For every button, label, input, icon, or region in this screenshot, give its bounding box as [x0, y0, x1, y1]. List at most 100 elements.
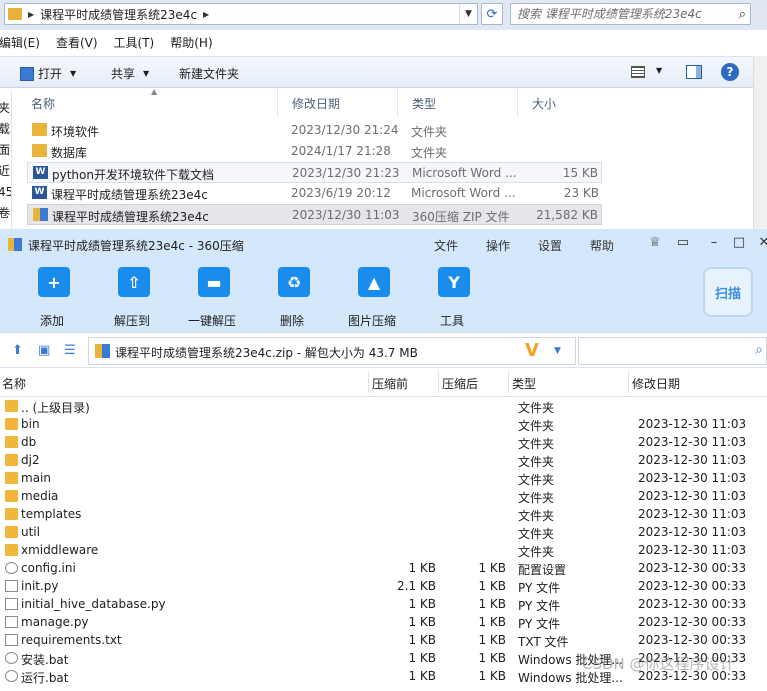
zip-archive-window: 课程平时成绩管理系统23e4c - 360压缩 文件 操作 设置 帮助 ♕ ▭ … — [0, 229, 767, 691]
refresh-button[interactable]: ⟳ — [481, 3, 503, 25]
column-compressed-before[interactable]: 压缩前 — [372, 375, 408, 392]
view-options-icon[interactable] — [631, 66, 645, 78]
open-button[interactable]: 打开 ▼ — [20, 65, 76, 82]
menu-help[interactable]: 帮助 — [590, 237, 614, 254]
folder-icon — [32, 123, 47, 136]
folder-icon — [8, 8, 22, 20]
row-type: TXT 文件 — [518, 635, 569, 649]
menu-settings[interactable]: 设置 — [538, 237, 562, 254]
scan-button[interactable]: 扫描 — [703, 267, 753, 317]
maximize-icon[interactable]: □ — [731, 235, 747, 251]
zip-icon — [95, 344, 110, 358]
list-view-icon[interactable]: ☰ — [64, 343, 76, 358]
folder-icon — [5, 400, 18, 412]
help-icon[interactable]: ? — [721, 63, 739, 81]
column-date[interactable]: 修改日期 — [292, 95, 340, 112]
close-icon[interactable]: ✕ — [756, 235, 767, 251]
extract-to-icon: ⇧ — [118, 267, 150, 297]
list-item[interactable]: 环境软件 2023/12/30 21:24 文件夹 — [27, 120, 602, 141]
table-row[interactable]: xmiddleware 文件夹 2023-12-30 11:03 — [0, 542, 767, 560]
column-modified[interactable]: 修改日期 — [632, 375, 680, 392]
breadcrumb[interactable]: 课程平时成绩管理系统23e4c — [40, 6, 197, 23]
list-item[interactable]: W python开发环境软件下载文档 2023/12/30 21:23 Micr… — [27, 162, 602, 183]
address-bar[interactable]: ▶ 课程平时成绩管理系统23e4c ▶ ▼ — [4, 3, 478, 25]
column-type[interactable]: 类型 — [412, 95, 436, 112]
nav-item[interactable]: 卷 — [0, 203, 11, 224]
list-item[interactable]: W 课程平时成绩管理系统23e4c 2023/6/19 20:12 Micros… — [27, 183, 602, 204]
minimize-icon[interactable]: – — [706, 235, 722, 251]
table-row[interactable]: main 文件夹 2023-12-30 11:03 — [0, 470, 767, 488]
column-divider[interactable] — [438, 371, 439, 393]
chevron-down-icon[interactable]: ▼ — [656, 66, 662, 75]
table-row[interactable]: util 文件夹 2023-12-30 11:03 — [0, 524, 767, 542]
menu-view[interactable]: 查看(V) — [56, 34, 98, 54]
column-divider[interactable] — [397, 88, 398, 116]
menu-tools[interactable]: 工具(T) — [114, 34, 155, 54]
nav-item[interactable]: 载 — [0, 119, 11, 140]
menu-help[interactable]: 帮助(H) — [170, 34, 212, 54]
feedback-icon[interactable]: ▭ — [675, 235, 691, 251]
chevron-down-icon[interactable]: ▼ — [554, 346, 561, 356]
column-name[interactable]: 名称 — [31, 95, 55, 112]
share-button[interactable]: 共享 ▼ — [111, 65, 149, 82]
up-level-icon[interactable]: ⬆ — [12, 343, 23, 358]
row-date: 2023-12-30 11:03 — [638, 507, 747, 521]
breadcrumb-arrow-icon[interactable]: ▶ — [203, 10, 209, 19]
menu-file[interactable]: 文件 — [434, 237, 458, 254]
table-row[interactable]: config.ini 1 KB 1 KB 配置设置 2023-12-30 00:… — [0, 560, 767, 578]
row-type: 文件夹 — [518, 527, 555, 541]
search-icon[interactable]: ⌕ — [755, 342, 763, 358]
nav-item[interactable]: 45 — [0, 182, 11, 203]
breadcrumb-arrow-icon[interactable]: ▶ — [28, 10, 34, 19]
column-size[interactable]: 大小 — [532, 95, 556, 112]
file-icon — [5, 634, 18, 646]
chevron-down-icon[interactable]: ▼ — [459, 4, 477, 24]
nav-item[interactable]: 面 — [0, 140, 11, 161]
row-name: manage.py — [21, 615, 89, 629]
column-name[interactable]: 名称 — [2, 375, 26, 392]
table-row[interactable]: initial_hive_database.py 1 KB 1 KB PY 文件… — [0, 596, 767, 614]
table-row[interactable]: manage.py 1 KB 1 KB PY 文件 2023-12-30 00:… — [0, 614, 767, 632]
table-row[interactable]: init.py 2.1 KB 1 KB PY 文件 2023-12-30 00:… — [0, 578, 767, 596]
preview-pane-icon[interactable] — [686, 65, 702, 79]
search-input[interactable]: 搜索 课程平时成绩管理系统23e4c ⌕ — [510, 3, 751, 25]
table-row[interactable]: templates 文件夹 2023-12-30 11:03 — [0, 506, 767, 524]
table-row[interactable]: db 文件夹 2023-12-30 11:03 — [0, 434, 767, 452]
column-divider[interactable] — [277, 88, 278, 116]
archive-path-field[interactable]: 课程平时成绩管理系统23e4c.zip - 解包大小为 43.7 MB V ▼ — [88, 337, 576, 365]
column-divider[interactable] — [628, 371, 629, 393]
vertical-scrollbar[interactable] — [753, 56, 767, 232]
new-folder-button[interactable]: 新建文件夹 — [179, 65, 239, 82]
settings-file-icon — [5, 562, 18, 574]
column-type[interactable]: 类型 — [512, 375, 536, 392]
add-label: 添加 — [39, 314, 64, 328]
nav-item[interactable]: 近 — [0, 161, 11, 182]
table-row[interactable]: media 文件夹 2023-12-30 11:03 — [0, 488, 767, 506]
column-divider[interactable] — [368, 371, 369, 393]
column-divider[interactable] — [508, 371, 509, 393]
nav-item[interactable]: 夹 — [0, 98, 11, 119]
share-label: 共享 — [111, 67, 136, 81]
search-input[interactable]: ⌕ — [578, 337, 767, 365]
table-row[interactable]: .. (上级目录) 文件夹 — [0, 398, 767, 416]
column-compressed-after[interactable]: 压缩后 — [442, 375, 478, 392]
table-row[interactable]: requirements.txt 1 KB 1 KB TXT 文件 2023-1… — [0, 632, 767, 650]
item-size: 23 KB — [563, 186, 599, 200]
image-compress-icon: ▲ — [358, 267, 390, 297]
menu-edit[interactable]: 编辑(E) — [0, 34, 40, 54]
preview-icon[interactable]: ▣ — [38, 343, 50, 358]
column-divider[interactable] — [517, 88, 518, 116]
search-icon[interactable]: ⌕ — [739, 5, 746, 25]
explorer-toolbar: 打开 ▼ 共享 ▼ 新建文件夹 ▼ ? — [0, 56, 753, 88]
row-size-before: 1 KB — [408, 669, 436, 683]
table-row[interactable]: bin 文件夹 2023-12-30 11:03 — [0, 416, 767, 434]
list-item[interactable]: 课程平时成绩管理系统23e4c 2023/12/30 11:03 360压缩 Z… — [27, 204, 602, 225]
row-type: PY 文件 — [518, 581, 561, 595]
list-item[interactable]: 数据库 2024/1/17 21:28 文件夹 — [27, 141, 602, 162]
add-icon: + — [38, 267, 70, 297]
tools-label: 工具 — [439, 314, 464, 328]
table-row[interactable]: dj2 文件夹 2023-12-30 11:03 — [0, 452, 767, 470]
menu-operation[interactable]: 操作 — [486, 237, 510, 254]
folder-icon — [5, 490, 18, 502]
skin-icon[interactable]: ♕ — [647, 235, 663, 251]
